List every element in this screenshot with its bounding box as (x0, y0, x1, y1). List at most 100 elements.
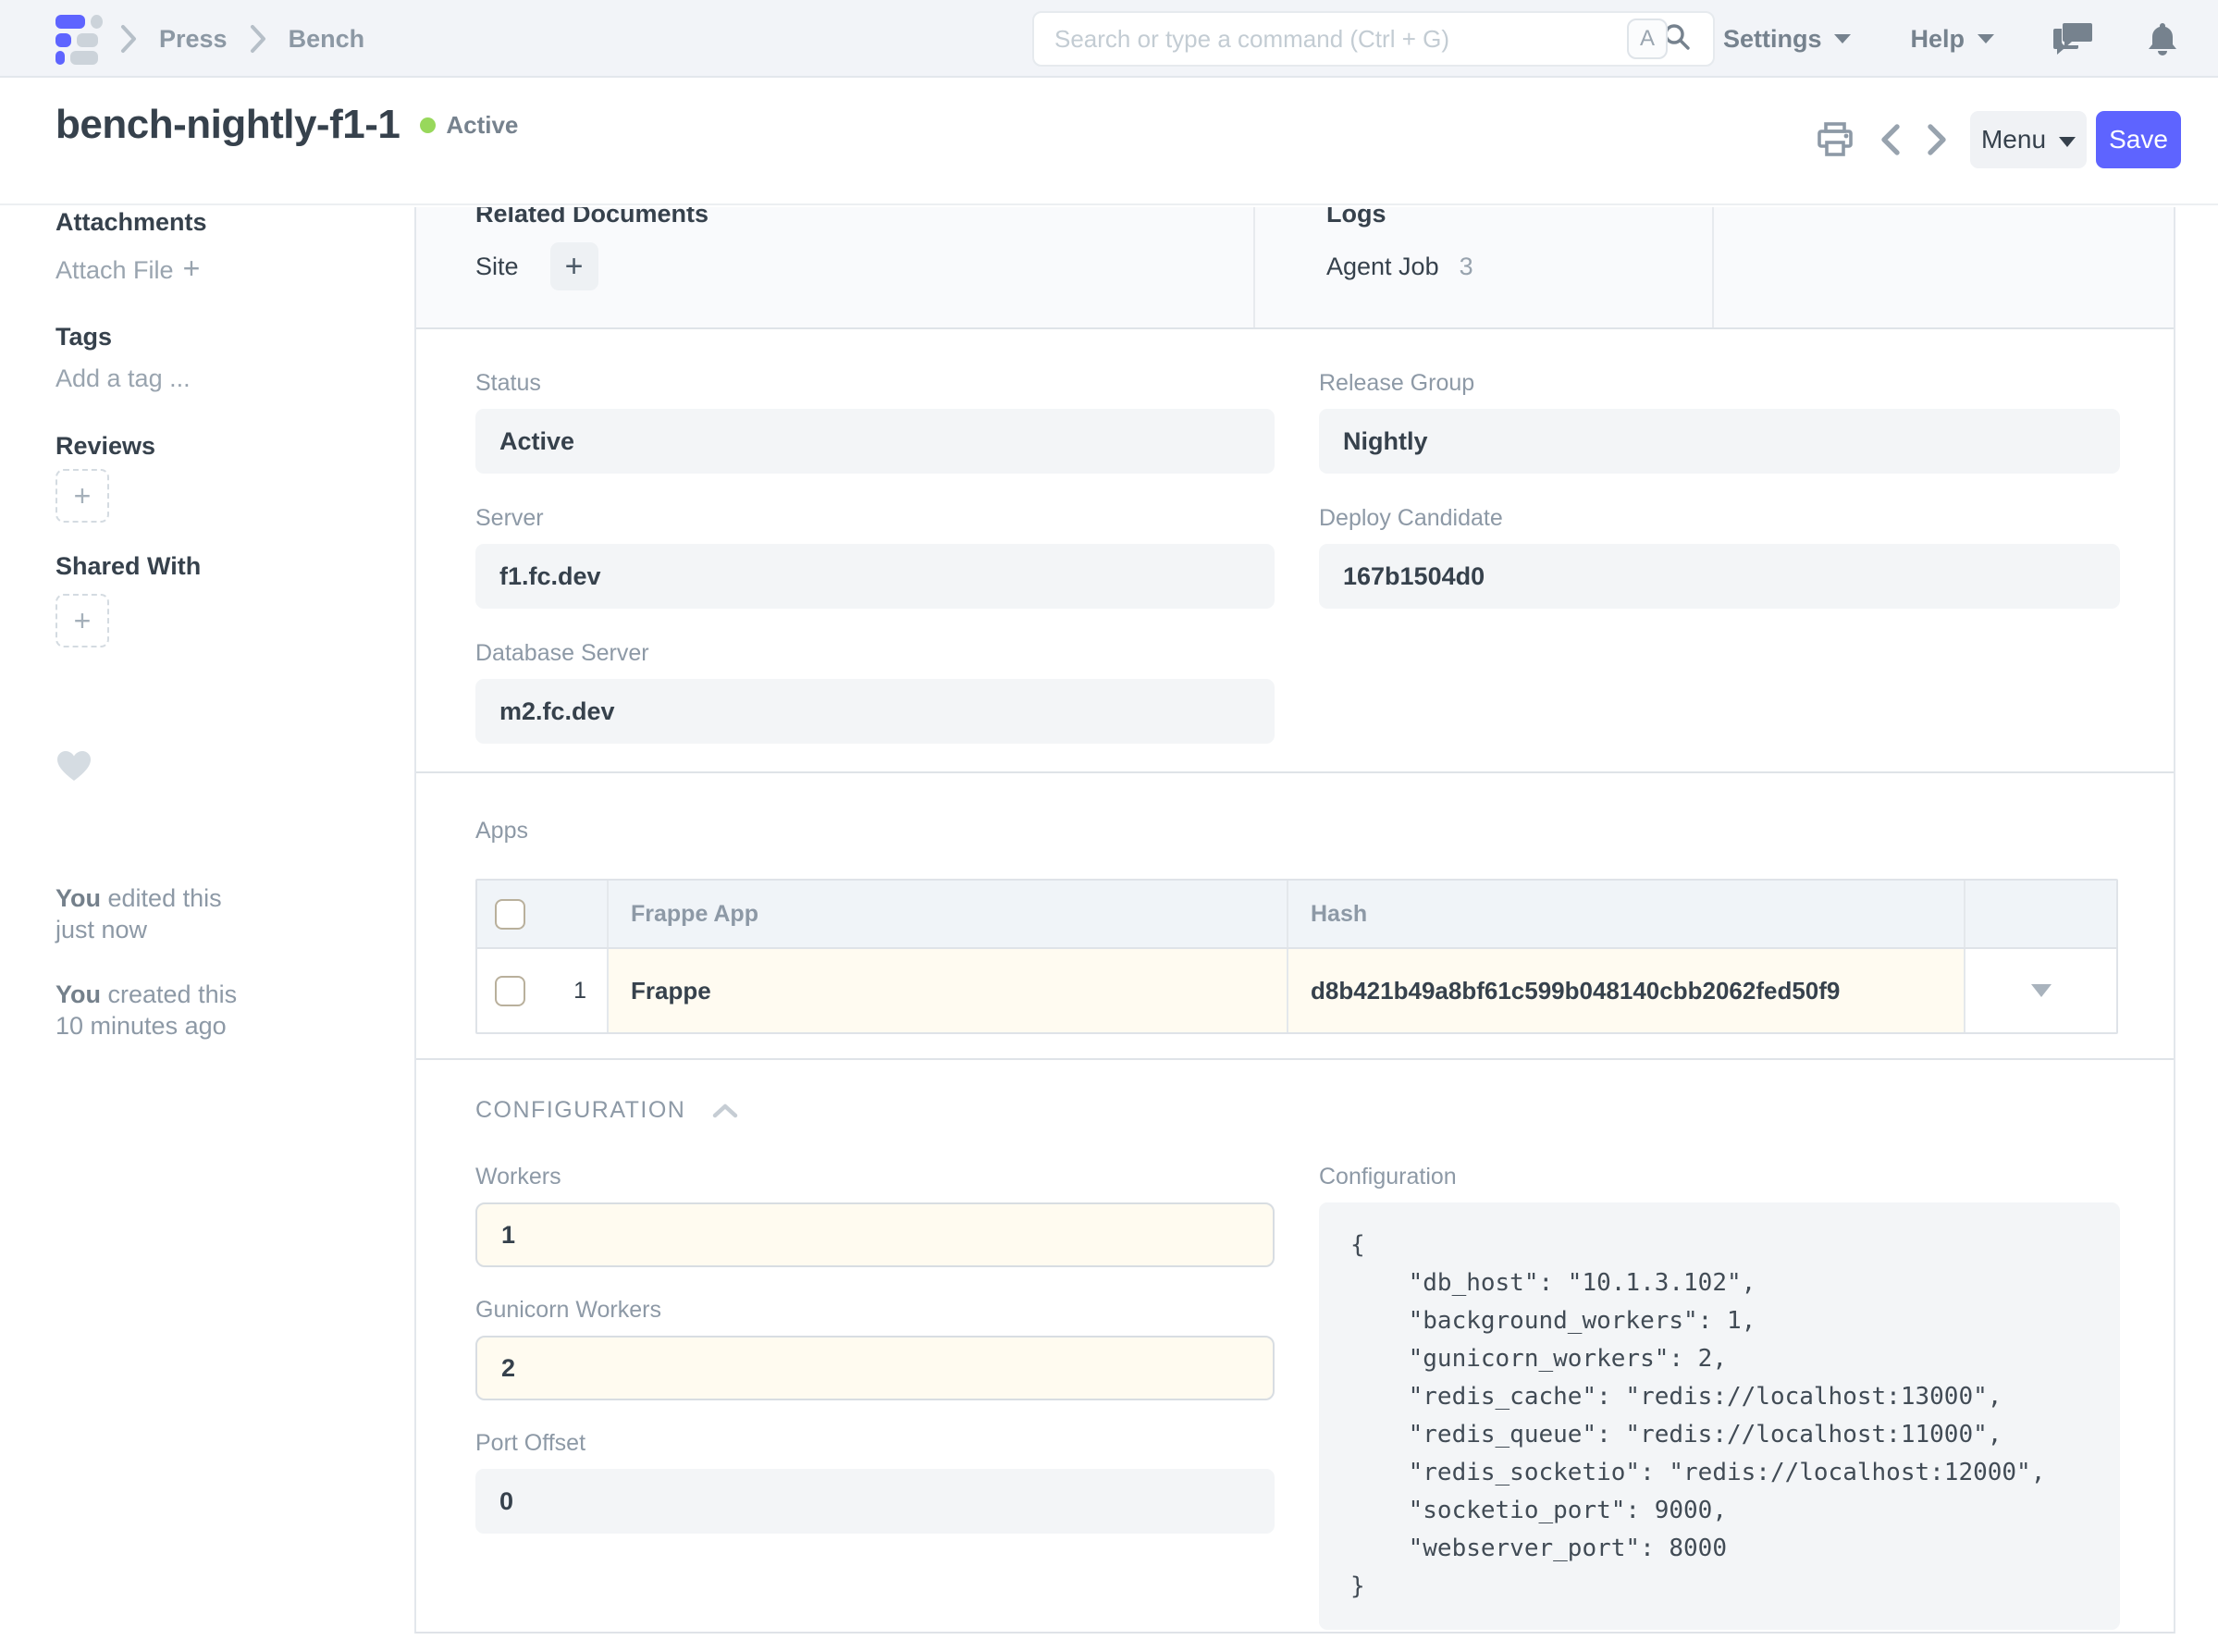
details-section: Status Active Release Group Nightly Serv… (416, 329, 2174, 771)
form-layout: Attachments Attach File+ Tags Add a tag … (0, 207, 2218, 1652)
row-checkbox[interactable] (495, 976, 525, 1006)
form-body: Related Documents Site + Logs Agent Job … (414, 207, 2175, 1634)
help-label: Help (1910, 25, 1965, 54)
add-share-button[interactable]: + (55, 594, 109, 647)
search-input[interactable] (1054, 25, 1661, 54)
column-header-frappe-app: Frappe App (631, 901, 758, 928)
configuration-json-label: Configuration (1319, 1164, 2120, 1190)
status-field-label: Status (475, 370, 1275, 397)
apps-table-label: Apps (475, 818, 528, 844)
status-dot (420, 117, 436, 133)
page-title: bench-nightly-f1-1 (55, 102, 400, 148)
status-indicator: Active (420, 111, 518, 140)
select-all-checkbox[interactable] (495, 899, 525, 930)
add-tag-input[interactable]: Add a tag ... (55, 364, 191, 393)
deploy-candidate-field-value[interactable]: 167b1504d0 (1319, 544, 2120, 609)
configuration-json-code: { "db_host": "10.1.3.102", "background_w… (1319, 1202, 2120, 1630)
tags-heading: Tags (55, 323, 112, 351)
menu-button-label: Menu (1981, 125, 2046, 154)
chevron-right-icon (248, 23, 268, 55)
breadcrumb-bench[interactable]: Bench (289, 25, 365, 54)
add-review-button[interactable]: + (55, 469, 109, 523)
notifications-bell-icon[interactable] (2146, 20, 2179, 57)
global-search (1032, 11, 1715, 67)
chevron-down-icon (2059, 137, 2076, 147)
site-link[interactable]: Site (475, 253, 519, 281)
add-site-button[interactable]: + (550, 242, 598, 290)
gunicorn-workers-field: Gunicorn Workers 2 (475, 1297, 1275, 1400)
activity-when: just now (55, 916, 147, 943)
plus-icon: + (74, 479, 92, 513)
like-heart-icon[interactable] (55, 749, 92, 787)
database-server-field-value[interactable]: m2.fc.dev (475, 679, 1275, 744)
navbar-actions: A Settings Help (1627, 0, 2179, 78)
chevron-up-icon (711, 1103, 739, 1119)
related-site-item: Site + (475, 242, 598, 290)
save-button[interactable]: Save (2096, 111, 2181, 168)
workers-input[interactable]: 1 (475, 1202, 1275, 1267)
release-group-field-value[interactable]: Nightly (1319, 409, 2120, 474)
configuration-section-heading: CONFIGURATION (475, 1097, 685, 1124)
frappe-logo-icon[interactable] (55, 15, 105, 65)
chat-icon[interactable] (2053, 21, 2092, 56)
chevron-down-icon (1832, 32, 1853, 45)
created-activity: You created this10 minutes ago (55, 979, 237, 1042)
configuration-json-field: Configuration { "db_host": "10.1.3.102",… (1319, 1164, 2120, 1630)
next-document-icon[interactable] (1926, 122, 1950, 157)
column-header-hash: Hash (1311, 901, 1367, 928)
logs-heading: Logs (1326, 207, 1386, 228)
settings-label: Settings (1723, 25, 1822, 54)
hash-value: d8b421b49a8bf61c599b048140cbb2062fed50f9 (1311, 977, 1840, 1005)
reviews-heading: Reviews (55, 432, 155, 461)
release-group-field-label: Release Group (1319, 370, 2120, 397)
server-field-label: Server (475, 505, 1275, 532)
agent-job-link[interactable]: Agent Job (1326, 253, 1439, 281)
agent-job-item: Agent Job 3 (1326, 242, 1473, 290)
workers-field: Workers 1 (475, 1164, 1275, 1267)
database-server-field-label: Database Server (475, 640, 1275, 667)
row-expand-dropdown-icon[interactable] (2031, 984, 2052, 997)
breadcrumb-press[interactable]: Press (159, 25, 228, 54)
plus-icon: + (565, 249, 584, 285)
frappe-app-value: Frappe (631, 977, 711, 1005)
breadcrumb: Press Bench (118, 0, 364, 78)
attach-file-label: Attach File (55, 256, 174, 284)
plus-icon: + (74, 604, 92, 638)
form-dashboard: Related Documents Site + Logs Agent Job … (416, 207, 2174, 329)
help-menu[interactable]: Help (1910, 25, 1996, 54)
activity-when: 10 minutes ago (55, 1012, 227, 1040)
chevron-down-icon (1976, 32, 1996, 45)
apps-grid: Frappe App Hash 1 Frappe d8b421b49a8bf61… (475, 879, 2118, 1034)
apps-grid-header: Frappe App Hash (477, 881, 2116, 949)
settings-menu[interactable]: Settings (1723, 25, 1854, 54)
attachments-heading: Attachments (55, 208, 207, 237)
database-server-field: Database Server m2.fc.dev (475, 640, 1275, 744)
port-offset-value[interactable]: 0 (475, 1469, 1275, 1534)
avatar[interactable]: A (1627, 18, 1668, 59)
activity-action: created this (108, 980, 238, 1008)
prev-document-icon[interactable] (1878, 122, 1902, 157)
deploy-candidate-field: Deploy Candidate 167b1504d0 (1319, 505, 2120, 609)
configuration-section-toggle[interactable]: CONFIGURATION (475, 1097, 739, 1124)
page-head: bench-nightly-f1-1 Active Menu Save (0, 78, 2218, 205)
frappe-app-cell[interactable]: Frappe (607, 949, 1287, 1032)
hash-cell[interactable]: d8b421b49a8bf61c599b048140cbb2062fed50f9 (1287, 949, 1964, 1032)
print-icon[interactable] (1817, 122, 1854, 157)
menu-button[interactable]: Menu (1970, 111, 2087, 168)
attach-file-button[interactable]: Attach File+ (55, 252, 200, 286)
frappe-desk-bench-form: Press Bench A Settings Help (0, 0, 2218, 1652)
form-sidebar: Attachments Attach File+ Tags Add a tag … (55, 207, 407, 1652)
port-offset-field-label: Port Offset (475, 1430, 1275, 1457)
activity-action: edited this (108, 884, 222, 912)
apps-section: Apps Frappe App Hash 1 Frappe (416, 771, 2174, 1058)
dashboard-empty-column (1712, 207, 2174, 327)
configuration-section: CONFIGURATION Workers 1 Gunicorn Workers… (416, 1058, 2174, 1632)
server-field-value[interactable]: f1.fc.dev (475, 544, 1275, 609)
related-documents-heading: Related Documents (475, 207, 709, 228)
deploy-candidate-field-label: Deploy Candidate (1319, 505, 2120, 532)
status-field-value[interactable]: Active (475, 409, 1275, 474)
logs-column: Logs Agent Job 3 (1253, 207, 1712, 327)
gunicorn-workers-input[interactable]: 2 (475, 1336, 1275, 1400)
server-field: Server f1.fc.dev (475, 505, 1275, 609)
table-row: 1 Frappe d8b421b49a8bf61c599b048140cbb20… (477, 949, 2116, 1032)
